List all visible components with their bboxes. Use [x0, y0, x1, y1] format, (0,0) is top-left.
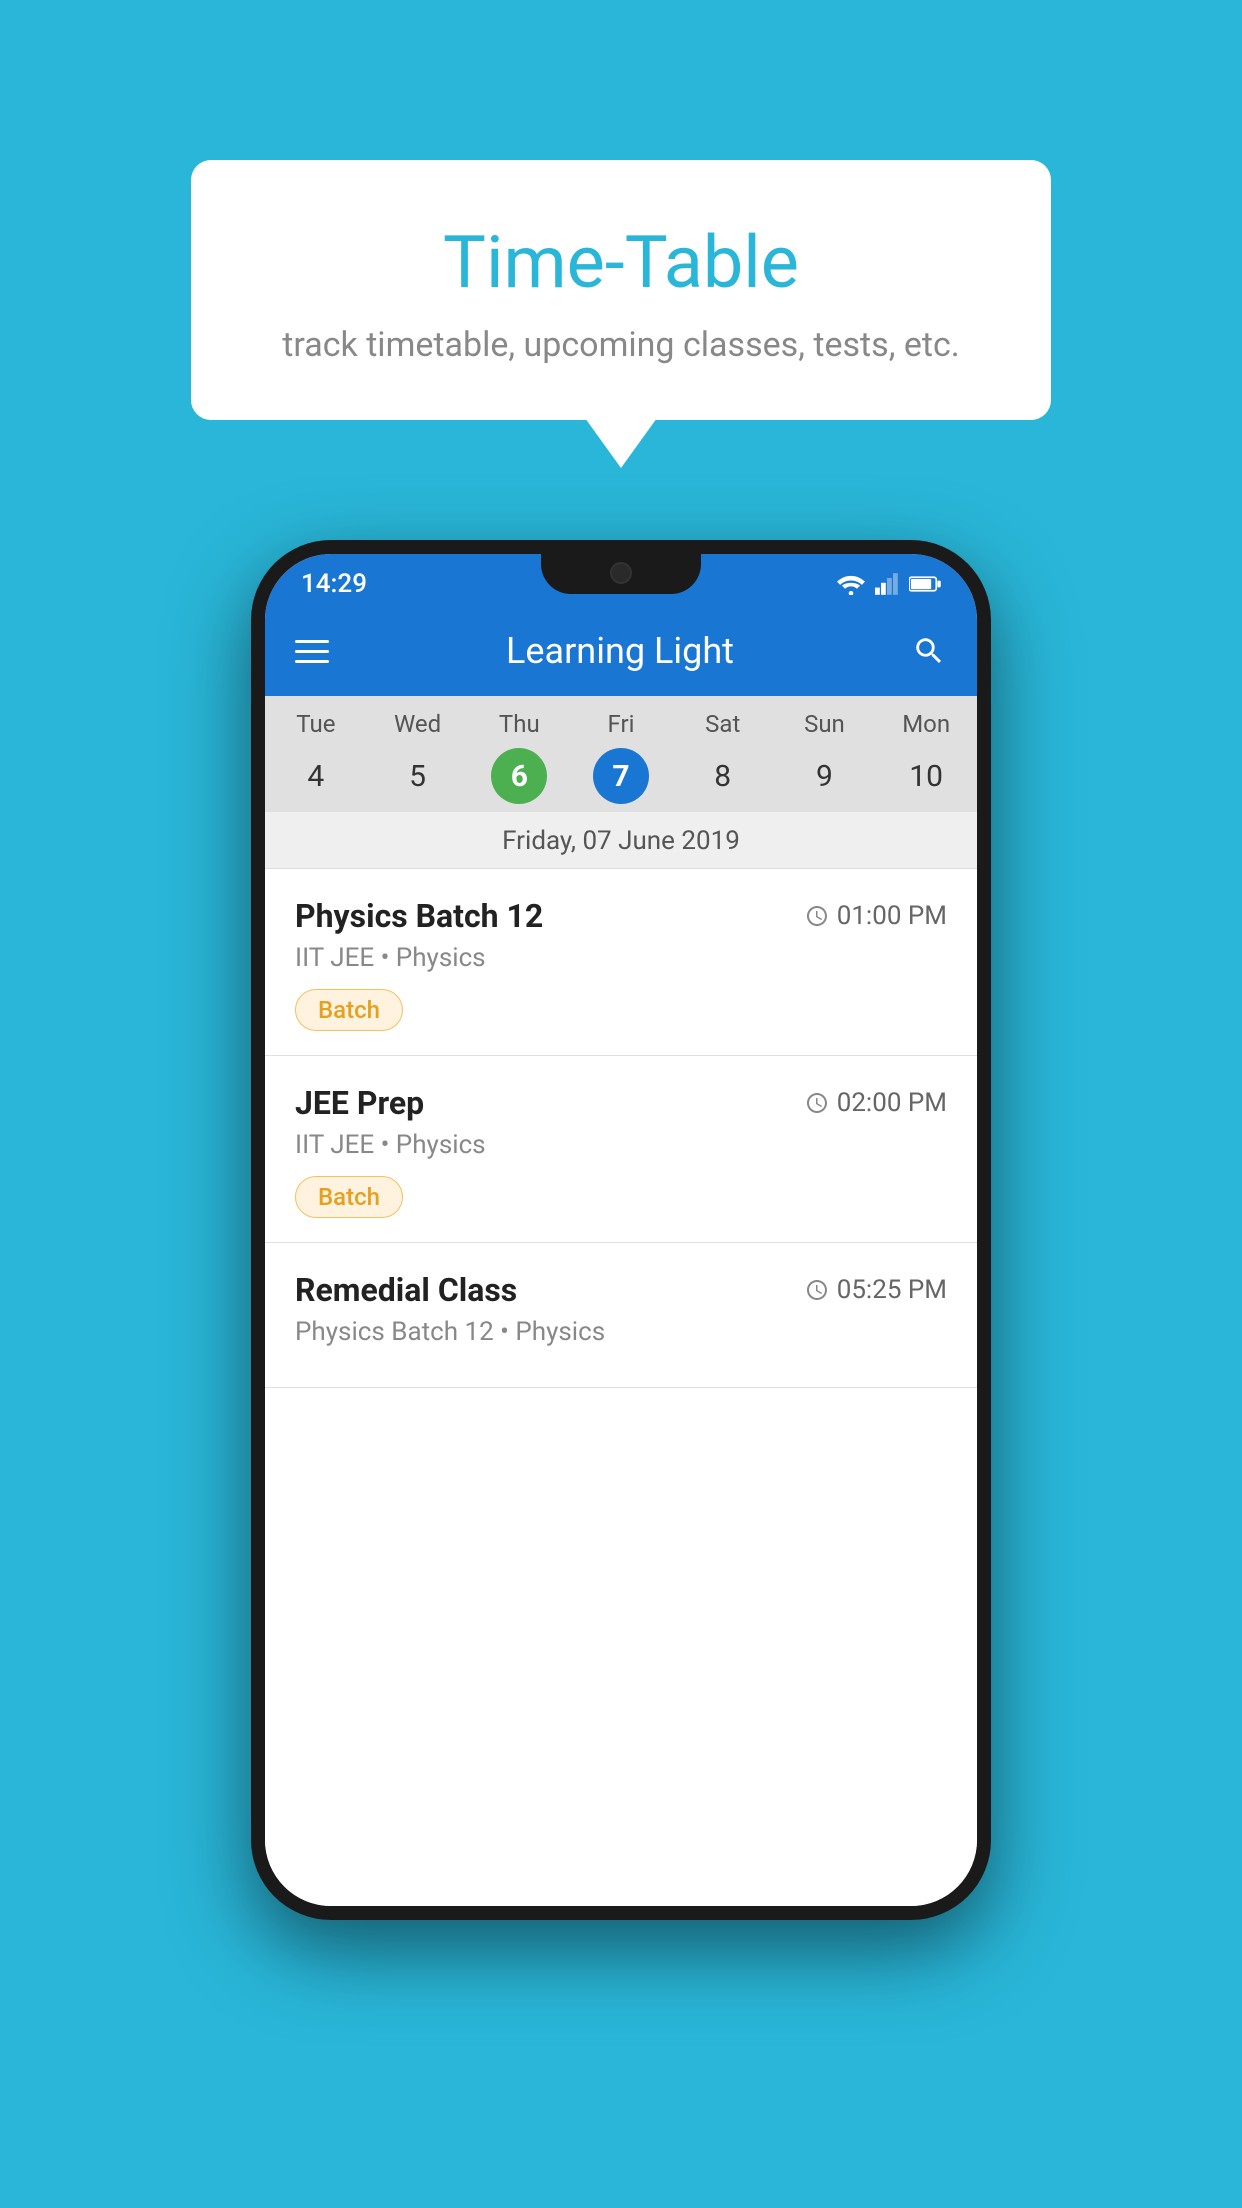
schedule-item[interactable]: Physics Batch 12 01:00 PM IIT JEE • Phys…	[265, 869, 977, 1056]
schedule-item-header: Remedial Class 05:25 PM	[295, 1271, 947, 1309]
day-name: Sun	[774, 710, 876, 738]
calendar-day-thu[interactable]: Thu 6	[468, 710, 570, 804]
schedule-item-time: 02:00 PM	[805, 1088, 947, 1118]
calendar-day-tue[interactable]: Tue 4	[265, 710, 367, 804]
day-number: 9	[796, 748, 852, 804]
calendar-day-sun[interactable]: Sun 9	[774, 710, 876, 804]
day-name: Mon	[875, 710, 977, 738]
bubble-subtitle: track timetable, upcoming classes, tests…	[241, 325, 1001, 365]
schedule-item-time: 05:25 PM	[805, 1275, 947, 1305]
day-name: Thu	[468, 710, 570, 738]
calendar-day-mon[interactable]: Mon 10	[875, 710, 977, 804]
clock-icon	[805, 1278, 829, 1302]
day-number: 10	[898, 748, 954, 804]
status-time: 14:29	[301, 569, 367, 599]
wifi-icon	[837, 573, 865, 595]
calendar-day-wed[interactable]: Wed 5	[367, 710, 469, 804]
search-button[interactable]	[911, 633, 947, 669]
selected-date-label: Friday, 07 June 2019	[265, 812, 977, 869]
batch-badge: Batch	[295, 989, 403, 1031]
clock-icon	[805, 904, 829, 928]
calendar-strip: Tue 4 Wed 5 Thu 6 Fri 7 Sat 8 Sun 9 Mon …	[265, 696, 977, 869]
calendar-day-fri[interactable]: Fri 7	[570, 710, 672, 804]
schedule-item-subtitle: Physics Batch 12 • Physics	[295, 1317, 947, 1347]
phone-mockup: 14:29	[251, 540, 991, 1920]
battery-icon	[909, 575, 941, 593]
day-number: 6	[491, 748, 547, 804]
schedule-item-header: Physics Batch 12 01:00 PM	[295, 897, 947, 935]
calendar-day-sat[interactable]: Sat 8	[672, 710, 774, 804]
schedule-list: Physics Batch 12 01:00 PM IIT JEE • Phys…	[265, 869, 977, 1906]
speech-bubble: Time-Table track timetable, upcoming cla…	[191, 160, 1051, 420]
app-bar-title: Learning Light	[506, 630, 734, 672]
clock-icon	[805, 1091, 829, 1115]
day-name: Sat	[672, 710, 774, 738]
day-number: 5	[390, 748, 446, 804]
search-icon	[912, 634, 946, 668]
schedule-item-title: Remedial Class	[295, 1271, 517, 1309]
signal-icon	[875, 573, 899, 595]
schedule-item-subtitle: IIT JEE • Physics	[295, 1130, 947, 1160]
calendar-days-header: Tue 4 Wed 5 Thu 6 Fri 7 Sat 8 Sun 9 Mon …	[265, 696, 977, 812]
day-name: Fri	[570, 710, 672, 738]
schedule-item-time: 01:00 PM	[805, 901, 947, 931]
schedule-item-title: Physics Batch 12	[295, 897, 543, 935]
schedule-item-title: JEE Prep	[295, 1084, 424, 1122]
hamburger-icon[interactable]	[295, 640, 329, 663]
phone-frame: 14:29	[251, 540, 991, 1920]
day-number: 8	[695, 748, 751, 804]
day-name: Tue	[265, 710, 367, 738]
batch-badge: Batch	[295, 1176, 403, 1218]
status-icons	[837, 573, 941, 595]
schedule-item-subtitle: IIT JEE • Physics	[295, 943, 947, 973]
schedule-item-header: JEE Prep 02:00 PM	[295, 1084, 947, 1122]
phone-screen: 14:29	[265, 554, 977, 1906]
phone-camera	[610, 562, 632, 584]
day-number: 4	[288, 748, 344, 804]
schedule-item[interactable]: Remedial Class 05:25 PM Physics Batch 12…	[265, 1243, 977, 1388]
bubble-title: Time-Table	[241, 220, 1001, 305]
schedule-item[interactable]: JEE Prep 02:00 PM IIT JEE • Physics Batc…	[265, 1056, 977, 1243]
day-number: 7	[593, 748, 649, 804]
day-name: Wed	[367, 710, 469, 738]
app-bar: Learning Light	[265, 606, 977, 696]
